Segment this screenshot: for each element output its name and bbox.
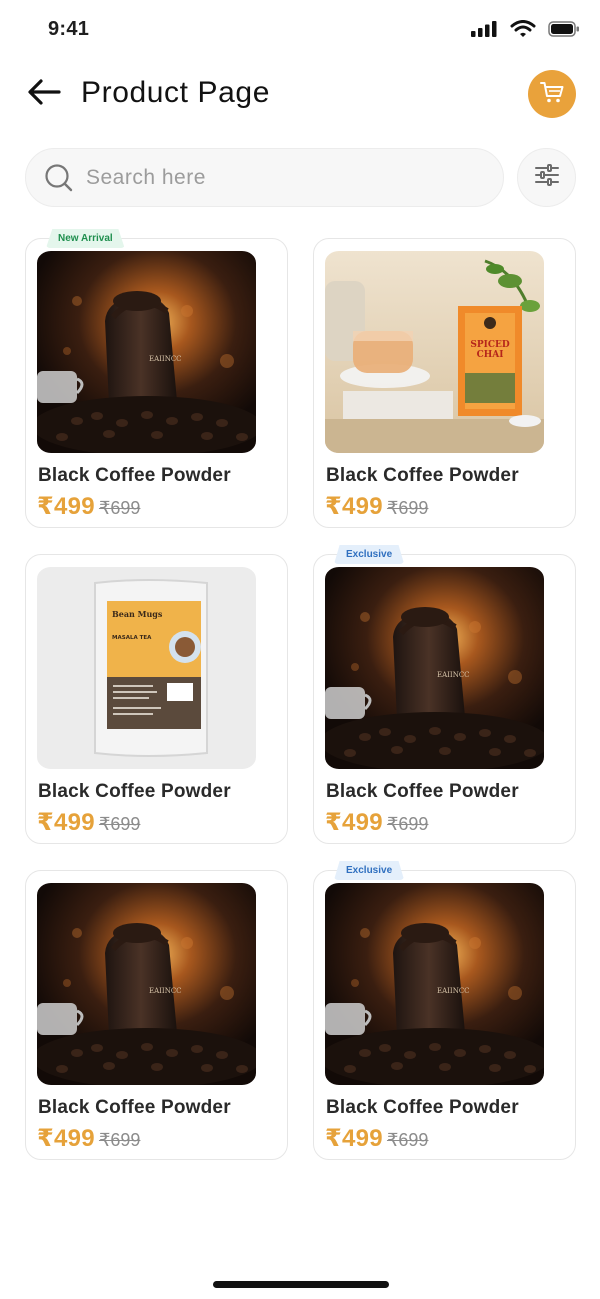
original-price: ₹699: [98, 814, 141, 834]
sale-price: ₹499: [325, 493, 383, 520]
product-grid: New Arrival Black Coffee Powder ₹499 ₹69…: [25, 229, 576, 1160]
product-name: Black Coffee Powder: [326, 781, 519, 802]
arrow-left-icon: [27, 78, 61, 111]
sliders-icon: [534, 162, 560, 193]
status-time: 9:41: [48, 18, 90, 40]
original-price: ₹699: [386, 498, 429, 518]
price-row: ₹499 ₹699: [325, 1124, 428, 1153]
search-input[interactable]: [86, 165, 466, 190]
status-icons: [470, 20, 580, 43]
price-row: ₹499 ₹699: [37, 808, 140, 837]
original-price: ₹699: [386, 814, 429, 834]
product-image-spiced-chai: [325, 251, 544, 453]
product-card[interactable]: Exclusive Black Coffee Powder ₹499 ₹699: [313, 861, 576, 1160]
wifi-icon: [510, 20, 536, 43]
sale-price: ₹499: [37, 1125, 95, 1152]
sale-price: ₹499: [37, 493, 95, 520]
search-icon: [44, 163, 74, 193]
sale-price: ₹499: [325, 1125, 383, 1152]
product-card[interactable]: Black Coffee Powder ₹499 ₹699: [25, 554, 288, 844]
filter-button[interactable]: [517, 148, 576, 207]
app-header: Product Page: [0, 62, 600, 126]
search-bar: [25, 148, 504, 207]
original-price: ₹699: [386, 1130, 429, 1150]
sale-price: ₹499: [325, 809, 383, 836]
product-image-coffee-bag: [37, 883, 256, 1085]
cart-button[interactable]: [528, 70, 576, 118]
product-name: Black Coffee Powder: [38, 1097, 231, 1118]
sale-price: ₹499: [37, 809, 95, 836]
status-bar: 9:41: [0, 0, 600, 60]
product-card[interactable]: Exclusive Black Coffee Powder ₹499 ₹699: [313, 545, 576, 844]
price-row: ₹499 ₹699: [325, 492, 428, 521]
original-price: ₹699: [98, 1130, 141, 1150]
back-button[interactable]: [24, 76, 64, 112]
page-title: Product Page: [81, 76, 270, 109]
product-image-coffee-bag: [325, 567, 544, 769]
product-card[interactable]: Black Coffee Powder ₹499 ₹699: [313, 238, 576, 528]
product-card[interactable]: Black Coffee Powder ₹499 ₹699: [25, 870, 288, 1160]
cellular-signal-icon: [470, 20, 498, 43]
price-row: ₹499 ₹699: [37, 492, 140, 521]
home-indicator[interactable]: [213, 1281, 389, 1288]
original-price: ₹699: [98, 498, 141, 518]
product-card[interactable]: New Arrival Black Coffee Powder ₹499 ₹69…: [25, 229, 288, 528]
product-name: Black Coffee Powder: [326, 1097, 519, 1118]
price-row: ₹499 ₹699: [37, 1124, 140, 1153]
exclusive-badge: Exclusive: [334, 861, 405, 880]
price-row: ₹499 ₹699: [325, 808, 428, 837]
battery-icon: [548, 20, 580, 43]
product-image-coffee-bag: [325, 883, 544, 1085]
new-arrival-badge: New Arrival: [46, 229, 125, 248]
product-image-masala-tea-pack: [37, 567, 256, 769]
exclusive-badge: Exclusive: [334, 545, 405, 564]
product-name: Black Coffee Powder: [38, 781, 231, 802]
cart-icon: [539, 79, 565, 110]
product-image-coffee-bag: [37, 251, 256, 453]
product-name: Black Coffee Powder: [326, 465, 519, 486]
product-name: Black Coffee Powder: [38, 465, 231, 486]
